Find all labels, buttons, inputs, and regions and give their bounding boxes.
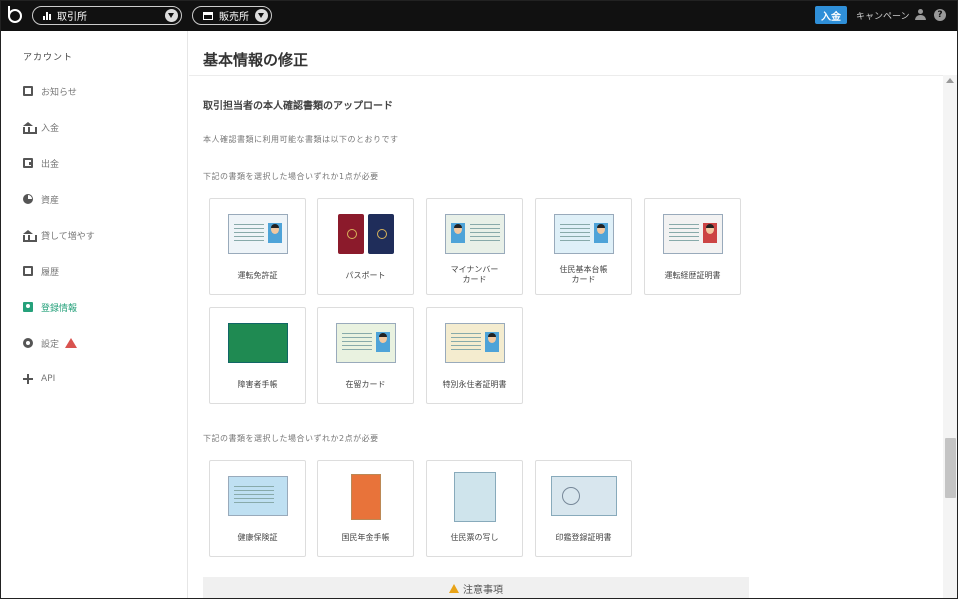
my-number-card-image [444, 214, 505, 254]
gear-icon [23, 338, 33, 348]
store-select-label: 販売所 [219, 12, 249, 23]
sidebar-item-label: 入金 [41, 123, 60, 134]
main-content: 基本情報の修正 取引担当者の本人確認書類のアップロード 本人確認書類に利用可能な… [189, 31, 943, 598]
doc-card-label: 印鑑登録証明書 [555, 533, 612, 542]
resident-register-card-image [553, 214, 614, 254]
doc-card-label: マイナンバー カード [450, 265, 499, 284]
sidebar-item-label: 出金 [41, 159, 60, 170]
bar-chart-icon [43, 11, 51, 20]
section-title: 取引担当者の本人確認書類のアップロード [203, 101, 393, 112]
sidebar-item-notices[interactable]: お知らせ [23, 83, 77, 99]
help-icon[interactable]: ? [934, 9, 946, 21]
top-navigation-bar: 取引所 販売所 入金 キャンペーン ? [1, 1, 957, 31]
doc-card-label: 在留カード [345, 380, 386, 389]
sidebar-heading: アカウント [23, 53, 74, 63]
seal-registration-certificate-image [550, 476, 617, 516]
doc-card-national-pension-book[interactable]: 国民年金手帳 [317, 460, 414, 557]
doc-card-label: 特別永住者証明書 [442, 380, 507, 389]
wallet-icon [23, 158, 33, 168]
bank-icon [23, 122, 37, 134]
sidebar-item-label: 履歴 [41, 267, 60, 278]
national-pension-book-image [350, 474, 381, 520]
disability-certificate-image [227, 323, 288, 363]
chat-icon [23, 86, 33, 96]
doc-card-disability-certificate[interactable]: 障害者手帳 [209, 307, 306, 404]
caution-panel-header[interactable]: 注意事項 [203, 577, 749, 598]
sidebar-item-deposit[interactable]: 入金 [23, 119, 59, 135]
drivers-license-image [227, 214, 288, 254]
residence-card-image [335, 323, 396, 363]
id-card-icon [23, 302, 33, 312]
sidebar-item-settings[interactable]: 設定 [23, 335, 78, 351]
health-insurance-card-image [227, 476, 288, 516]
doc-card-seal-registration-certificate[interactable]: 印鑑登録証明書 [535, 460, 632, 557]
doc-card-label: 障害者手帳 [237, 380, 278, 389]
doc-card-label: 住民票の写し [450, 533, 499, 542]
caution-label: 注意事項 [463, 585, 503, 596]
sidebar-item-label: 貸して増やす [41, 231, 95, 242]
scroll-up-arrow-icon[interactable] [946, 78, 954, 83]
intro-note: 本人確認書類に利用可能な書類は以下のとおりです [203, 135, 399, 144]
resident-record-copy-image [453, 472, 496, 522]
title-divider [189, 75, 943, 76]
store-icon [203, 11, 213, 20]
scrollbar-thumb[interactable] [945, 438, 956, 498]
doc-card-label: 運転経歴証明書 [664, 271, 721, 280]
sidebar-item-api[interactable]: API [23, 371, 55, 387]
doc-card-driving-history-certificate[interactable]: 運転経歴証明書 [644, 198, 741, 295]
sidebar-item-withdraw[interactable]: 出金 [23, 155, 59, 171]
deposit-button[interactable]: 入金 [815, 6, 847, 24]
document-icon [23, 266, 33, 276]
passport-image [336, 214, 396, 254]
campaign-link[interactable]: キャンペーン [856, 9, 910, 22]
sidebar-item-assets[interactable]: 資産 [23, 191, 59, 207]
move-icon [23, 374, 33, 384]
warning-icon [65, 338, 78, 348]
doc-card-passport[interactable]: パスポート [317, 198, 414, 295]
doc-card-resident-basic-register-card[interactable]: 住民基本台帳 カード [535, 198, 632, 295]
doc-card-residence-card[interactable]: 在留カード [317, 307, 414, 404]
warning-icon [449, 584, 459, 593]
sidebar-item-history[interactable]: 履歴 [23, 263, 59, 279]
pie-chart-icon [23, 194, 33, 204]
sidebar-item-label: 資産 [41, 195, 60, 206]
sidebar-item-label: お知らせ [41, 87, 77, 98]
doc-card-label: 健康保険証 [237, 533, 278, 542]
chevron-down-icon[interactable] [165, 9, 178, 22]
doc-card-label: 住民基本台帳 カード [559, 265, 608, 284]
sidebar-item-lending[interactable]: 貸して増やす [23, 227, 95, 243]
group2-note: 下記の書類を選択した場合いずれか2点が必要 [203, 434, 379, 443]
doc-card-label: パスポート [345, 271, 386, 280]
page-title: 基本情報の修正 [203, 51, 309, 69]
group1-note: 下記の書類を選択した場合いずれか1点が必要 [203, 172, 379, 181]
doc-card-resident-record-copy[interactable]: 住民票の写し [426, 460, 523, 557]
sidebar-item-label: 設定 [41, 339, 60, 350]
doc-card-drivers-license[interactable]: 運転免許証 [209, 198, 306, 295]
sidebar-item-label: API [41, 374, 56, 384]
exchange-select-label: 取引所 [57, 12, 87, 23]
driving-history-certificate-image [662, 214, 723, 254]
exchange-market-select[interactable]: 取引所 [32, 6, 182, 25]
sidebar-item-label: 登録情報 [41, 303, 78, 314]
doc-card-health-insurance-card[interactable]: 健康保険証 [209, 460, 306, 557]
user-icon[interactable] [915, 9, 926, 20]
bitbank-logo-icon[interactable] [8, 6, 22, 23]
store-market-select[interactable]: 販売所 [192, 6, 272, 25]
doc-card-label: 国民年金手帳 [341, 533, 390, 542]
account-sidebar: アカウント お知らせ 入金 出金 資産 貸して増やす 履歴 登録情報 設定 AP… [1, 31, 188, 598]
app-window: 取引所 販売所 入金 キャンペーン ? アカウント お知らせ 入金 出金 資産 … [0, 0, 958, 599]
doc-card-label: 運転免許証 [237, 271, 278, 280]
vertical-scrollbar[interactable] [943, 75, 957, 598]
chevron-down-icon[interactable] [255, 9, 268, 22]
doc-card-special-permanent-resident-certificate[interactable]: 特別永住者証明書 [426, 307, 523, 404]
doc-card-my-number-card[interactable]: マイナンバー カード [426, 198, 523, 295]
sidebar-item-registration-info[interactable]: 登録情報 [23, 299, 77, 315]
special-permanent-resident-certificate-image [444, 323, 505, 363]
bank-icon [23, 230, 37, 242]
